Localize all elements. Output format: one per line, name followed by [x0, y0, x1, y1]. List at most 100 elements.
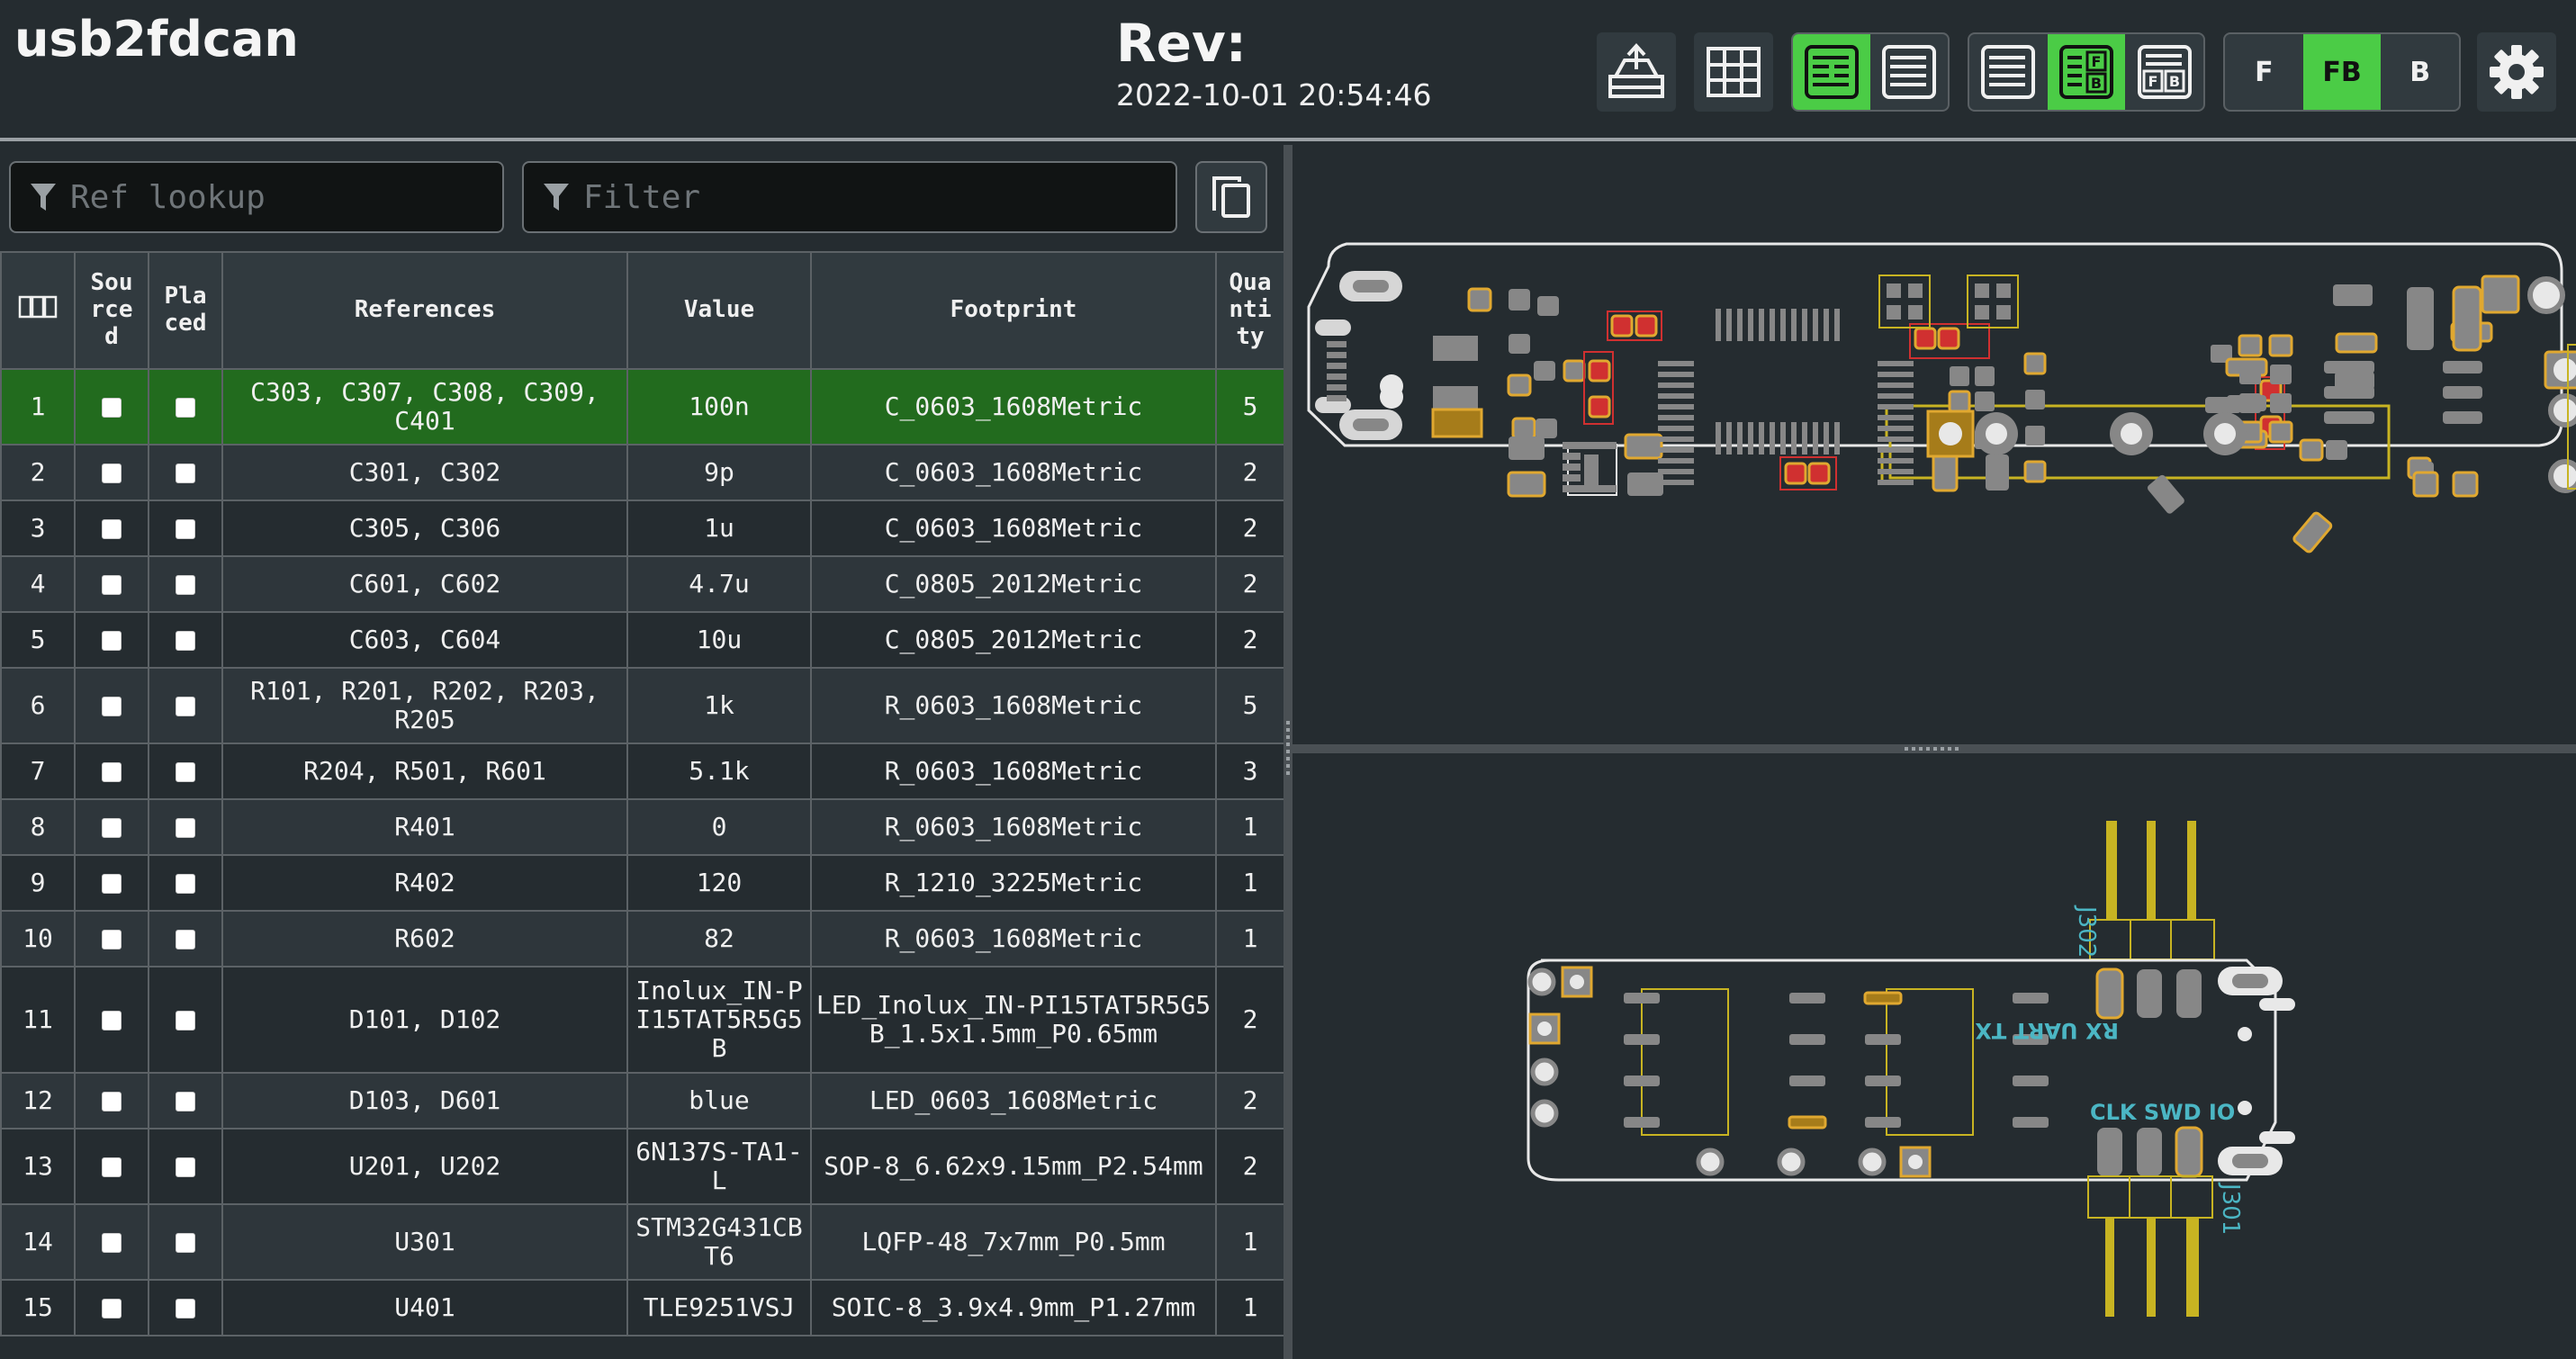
back-side-button[interactable]: B	[2381, 34, 2459, 110]
bom-top-layout-button[interactable]	[1870, 34, 1948, 110]
front-back-side-button[interactable]: FB	[2302, 34, 2382, 110]
sourced-checkbox[interactable]	[74, 368, 149, 446]
placed-checkbox-box[interactable]	[176, 1232, 195, 1253]
sourced-checkbox-box[interactable]	[102, 696, 122, 716]
sourced-checkbox[interactable]	[74, 555, 149, 613]
sourced-checkbox-box[interactable]	[102, 1156, 122, 1177]
bom-left-layout-button[interactable]	[1793, 34, 1870, 110]
sourced-checkbox-box[interactable]	[102, 463, 122, 483]
sourced-checkbox-box[interactable]	[102, 1298, 122, 1318]
sourced-checkbox-box[interactable]	[102, 1010, 122, 1030]
sourced-checkbox-box[interactable]	[102, 1232, 122, 1253]
ref-lookup-field[interactable]	[9, 161, 504, 233]
sourced-checkbox-box[interactable]	[102, 817, 122, 838]
references-column-header[interactable]: References	[221, 251, 628, 370]
sourced-checkbox-box[interactable]	[102, 574, 122, 595]
table-row[interactable]: 5 C603, C604 10u C_0805_2012Metric 2	[0, 611, 1285, 669]
sourced-checkbox[interactable]	[74, 910, 149, 968]
placed-checkbox-box[interactable]	[176, 873, 195, 894]
copy-button[interactable]	[1195, 161, 1267, 233]
placed-checkbox[interactable]	[148, 966, 223, 1074]
sourced-checkbox[interactable]	[74, 854, 149, 912]
placed-checkbox-box[interactable]	[176, 630, 195, 651]
placed-checkbox-box[interactable]	[176, 817, 195, 838]
placed-column-header[interactable]: Pla ced	[148, 251, 223, 370]
bom-top-bottom-button[interactable]: F B	[2125, 34, 2203, 110]
placed-checkbox-box[interactable]	[176, 397, 195, 418]
footprint-column-header[interactable]: Footprint	[810, 251, 1217, 370]
sourced-checkbox[interactable]	[74, 798, 149, 856]
value-column-header[interactable]: Value	[626, 251, 812, 370]
sourced-checkbox[interactable]	[74, 1203, 149, 1281]
bom-only-button[interactable]	[1969, 34, 2048, 110]
placed-checkbox-box[interactable]	[176, 761, 195, 782]
table-row[interactable]: 8 R401 0 R_0603_1608Metric 1	[0, 798, 1285, 856]
placed-checkbox[interactable]	[148, 667, 223, 744]
placed-checkbox[interactable]	[148, 1279, 223, 1336]
sourced-checkbox-box[interactable]	[102, 1091, 122, 1112]
table-row[interactable]: 3 C305, C306 1u C_0603_1608Metric 2	[0, 500, 1285, 557]
table-row[interactable]: 4 C601, C602 4.7u C_0805_2012Metric 2	[0, 555, 1285, 613]
bom-left-right-button[interactable]: F B	[2047, 34, 2126, 110]
placed-checkbox[interactable]	[148, 611, 223, 669]
table-row[interactable]: 10 R602 82 R_0603_1608Metric 1	[0, 910, 1285, 968]
placed-checkbox-box[interactable]	[176, 929, 195, 950]
table-row[interactable]: 1 C303, C307, C308, C309, C401 100n C_0603_…	[0, 368, 1285, 446]
sourced-checkbox-box[interactable]	[102, 397, 122, 418]
table-row[interactable]: 12 D103, D601 blue LED_0603_1608Metric 2	[0, 1072, 1285, 1130]
placed-checkbox[interactable]	[148, 1203, 223, 1281]
sourced-checkbox[interactable]	[74, 1279, 149, 1336]
table-row[interactable]: 6 R101, R201, R202, R203, R205 1k R_0603_16…	[0, 667, 1285, 744]
sourced-checkbox[interactable]	[74, 444, 149, 501]
front-side-button[interactable]: F	[2225, 34, 2303, 110]
sourced-checkbox-box[interactable]	[102, 630, 122, 651]
table-row[interactable]: 13 U201, U202 6N137S-TA1-L SOP-8_6.62x9.15m…	[0, 1128, 1285, 1205]
table-row[interactable]: 9 R402 120 R_1210_3225Metric 1	[0, 854, 1285, 912]
front-pcb-canvas[interactable]	[1293, 145, 2576, 744]
placed-checkbox-box[interactable]	[176, 518, 195, 539]
column-config-header[interactable]	[0, 251, 76, 370]
placed-checkbox[interactable]	[148, 444, 223, 501]
placed-checkbox-box[interactable]	[176, 696, 195, 716]
placed-checkbox[interactable]	[148, 1072, 223, 1130]
placed-checkbox-box[interactable]	[176, 463, 195, 483]
placed-checkbox[interactable]	[148, 555, 223, 613]
back-pcb-canvas[interactable]: J302 RX UART TX CLK SWD IO J301	[1293, 753, 2576, 1359]
sourced-checkbox-box[interactable]	[102, 518, 122, 539]
table-row[interactable]: 14 U301 STM32G431CBT6 LQFP-48_7x7mm_P0.5mm 1	[0, 1203, 1285, 1281]
vertical-splitter[interactable]	[1283, 145, 1293, 1359]
filter-field[interactable]	[522, 161, 1177, 233]
sourced-checkbox-box[interactable]	[102, 761, 122, 782]
sourced-checkbox[interactable]	[74, 667, 149, 744]
placed-checkbox[interactable]	[148, 854, 223, 912]
filter-input[interactable]	[583, 178, 1122, 216]
sourced-checkbox-box[interactable]	[102, 929, 122, 950]
placed-checkbox-box[interactable]	[176, 1298, 195, 1318]
sourced-column-header[interactable]: Sou rce d	[74, 251, 149, 370]
table-row[interactable]: 11 D101, D102 Inolux_IN-PI15TAT5R5G5B LED_I…	[0, 966, 1285, 1074]
placed-checkbox[interactable]	[148, 798, 223, 856]
placed-checkbox-box[interactable]	[176, 574, 195, 595]
import-bom-button[interactable]	[1597, 32, 1676, 112]
quantity-column-header[interactable]: Qua nti ty	[1215, 251, 1285, 370]
placed-checkbox[interactable]	[148, 368, 223, 446]
sourced-checkbox[interactable]	[74, 1128, 149, 1205]
table-row[interactable]: 15 U401 TLE9251VSJ SOIC-8_3.9x4.9mm_P1.27mm…	[0, 1279, 1285, 1336]
sourced-checkbox[interactable]	[74, 611, 149, 669]
placed-checkbox[interactable]	[148, 910, 223, 968]
sourced-checkbox[interactable]	[74, 742, 149, 800]
ref-lookup-input[interactable]	[70, 178, 473, 216]
placed-checkbox-box[interactable]	[176, 1091, 195, 1112]
placed-checkbox-box[interactable]	[176, 1156, 195, 1177]
placed-checkbox[interactable]	[148, 742, 223, 800]
placed-checkbox-box[interactable]	[176, 1010, 195, 1030]
settings-button[interactable]	[2477, 32, 2556, 112]
sourced-checkbox-box[interactable]	[102, 873, 122, 894]
sourced-checkbox[interactable]	[74, 1072, 149, 1130]
table-row[interactable]: 2 C301, C302 9p C_0603_1608Metric 2	[0, 444, 1285, 501]
grid-button[interactable]	[1694, 32, 1773, 112]
table-row[interactable]: 7 R204, R501, R601 5.1k R_0603_1608Metric 3	[0, 742, 1285, 800]
placed-checkbox[interactable]	[148, 1128, 223, 1205]
sourced-checkbox[interactable]	[74, 500, 149, 557]
placed-checkbox[interactable]	[148, 500, 223, 557]
